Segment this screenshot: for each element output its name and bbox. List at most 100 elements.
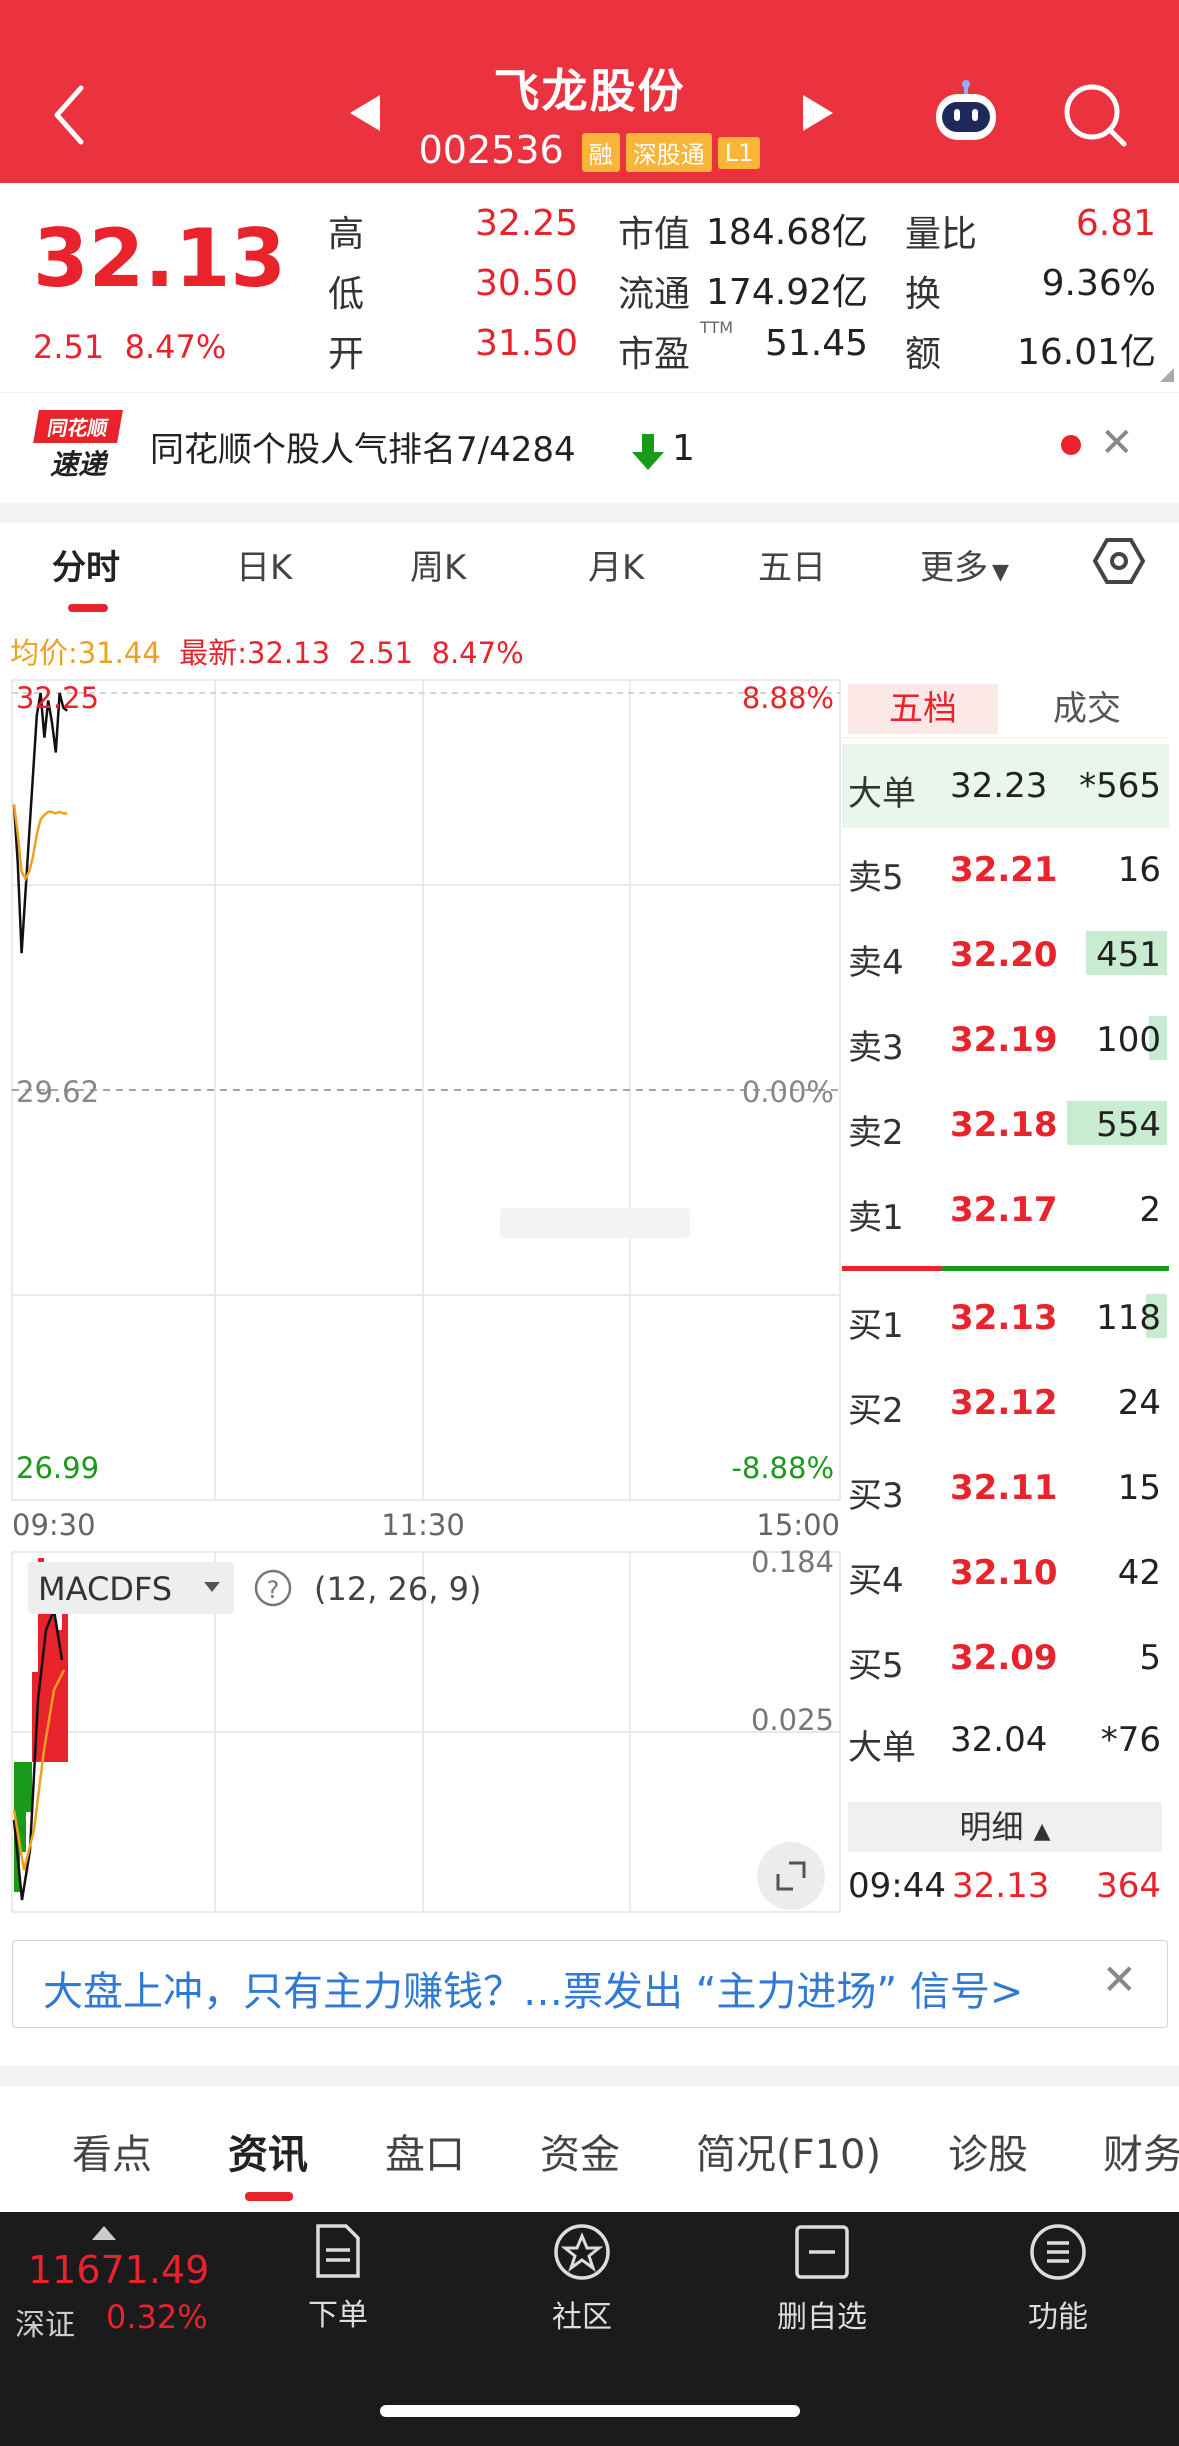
time-mid-label: 11:30	[381, 1508, 465, 1542]
ask-level-label: 卖5	[848, 858, 904, 898]
bid-row: 买4 32.10 42	[842, 1531, 1169, 1615]
next-stock-icon[interactable]	[803, 95, 833, 131]
y-mid-label: 29.62	[16, 1075, 99, 1109]
latest-change: 2.51	[348, 636, 414, 670]
bid-level-label: 买3	[848, 1476, 904, 1516]
macd-name[interactable]: MACDFS	[38, 1570, 172, 1608]
ask-volume: 451	[1096, 935, 1161, 975]
volume-ratio-label: 量比	[905, 214, 978, 255]
bid-price: 32.10	[950, 1553, 1058, 1593]
detail-button[interactable]: 明细 ▲	[848, 1802, 1162, 1852]
banner-text[interactable]: 大盘上冲，只有主力赚钱？…票发出 “主力进场” 信号>	[43, 1959, 1023, 2017]
active-bottom-tab-indicator	[245, 2192, 293, 2201]
tab-news[interactable]: 资讯	[228, 2122, 308, 2180]
ask-volume: 16	[1117, 850, 1161, 890]
pe-label: 市盈	[618, 334, 691, 375]
ask-row: 卖3 32.19 100	[842, 998, 1169, 1082]
index-up-icon	[92, 2226, 116, 2240]
orderbook-tabs: 五档 成交	[842, 678, 1169, 738]
tab-five-levels[interactable]: 五档	[848, 684, 998, 734]
low-value: 30.50	[474, 263, 578, 304]
close-notice-icon[interactable]: ✕	[1100, 420, 1134, 466]
ask-price: 32.17	[950, 1190, 1058, 1230]
y-bot-label: 26.99	[16, 1451, 99, 1485]
fullscreen-icon[interactable]	[757, 1842, 825, 1910]
community-button[interactable]: 社区	[502, 2222, 662, 2336]
home-indicator[interactable]	[380, 2405, 800, 2417]
tab-f10[interactable]: 简况(F10)	[696, 2122, 881, 2180]
change-percent: 8.47%	[124, 328, 227, 366]
big-buy-price: 32.04	[950, 1720, 1048, 1760]
tab-more[interactable]: 更多 ▼	[920, 540, 1009, 589]
community-star-icon	[554, 2224, 610, 2280]
bid-price: 32.12	[950, 1383, 1058, 1423]
chart-settings-icon[interactable]	[1093, 537, 1145, 585]
bid-volume: 15	[1117, 1468, 1161, 1508]
logo-top: 同花顺	[33, 410, 123, 443]
tab-intraday[interactable]: 分时	[52, 540, 120, 589]
y-top-label: 32.25	[16, 681, 99, 715]
big-sell-label: 大单	[848, 774, 916, 814]
logo-bottom: 速递	[49, 448, 106, 481]
big-buy-row: 大单 32.04 *76	[842, 1698, 1169, 1782]
time-end-label: 15:00	[756, 1508, 840, 1542]
avg-label: 均价:	[10, 636, 78, 670]
bid-level-label: 买1	[848, 1306, 904, 1346]
bid-price: 32.11	[950, 1468, 1058, 1508]
ask-volume: 100	[1096, 1020, 1161, 1060]
low-label: 低	[328, 274, 365, 315]
sz-connect-tag: 深股通	[625, 133, 712, 172]
remove-watchlist-button[interactable]: 删自选	[742, 2222, 902, 2336]
community-label: 社区	[552, 2300, 612, 2335]
arrow-down-icon	[632, 434, 664, 470]
macd-selector[interactable]: MACDFS	[28, 1562, 234, 1614]
high-label: 高	[328, 214, 365, 255]
tab-financials[interactable]: 财务	[1103, 2122, 1179, 2180]
tab-five-day[interactable]: 五日	[758, 540, 826, 589]
margin-tag: 融	[581, 133, 620, 172]
tab-daily-k[interactable]: 日K	[236, 540, 292, 589]
tab-market-depth[interactable]: 盘口	[385, 2122, 465, 2180]
trade-vol: 364	[1096, 1866, 1161, 1906]
bid-volume: 118	[1096, 1298, 1161, 1338]
menu-circle-icon	[1030, 2224, 1086, 2280]
avg-value: 31.44	[77, 636, 161, 670]
detail-label: 明细	[959, 1808, 1024, 1846]
svg-text:?: ?	[267, 1576, 280, 1604]
divider	[0, 2066, 1179, 2086]
tab-more-label: 更多	[920, 548, 988, 588]
pe-ttm-sup: TTM	[700, 318, 734, 337]
average-price-row: 均价:31.44 最新:32.13 2.51 8.47%	[10, 630, 524, 672]
big-sell-row: 大单 32.23 *565	[842, 744, 1169, 828]
tab-trades[interactable]: 成交	[1012, 684, 1162, 734]
ask-row: 卖2 32.18 554	[842, 1083, 1169, 1167]
robot-assistant-icon[interactable]	[930, 78, 1002, 150]
dropdown-icon: ▼	[992, 560, 1009, 585]
tab-fund-flow[interactable]: 资金	[540, 2122, 620, 2180]
index-value[interactable]: 11671.49	[28, 2248, 209, 2292]
ths-express-logo: 同花顺 速递	[33, 410, 126, 481]
intraday-chart[interactable]: 32.25 29.62 26.99 8.88% 0.00% -8.88% 09:…	[0, 670, 842, 1920]
index-name: 深证	[15, 2308, 75, 2343]
big-sell-vol: *565	[1079, 766, 1161, 806]
functions-button[interactable]: 功能	[978, 2222, 1138, 2336]
pct-mid-label: 0.00%	[742, 1075, 834, 1109]
spread-divider	[842, 1266, 1169, 1271]
help-icon[interactable]: ?	[254, 1569, 292, 1607]
search-icon[interactable]	[1060, 80, 1130, 150]
tab-weekly-k[interactable]: 周K	[410, 540, 466, 589]
ask-level-label: 卖2	[848, 1113, 904, 1153]
trade-time: 09:44	[848, 1866, 946, 1906]
tab-monthly-k[interactable]: 月K	[588, 540, 644, 589]
stock-code: 002536	[418, 128, 564, 172]
mcap-value: 184.68亿	[706, 212, 868, 253]
promo-banner[interactable]: 大盘上冲，只有主力赚钱？…票发出 “主力进场” 信号> ✕	[12, 1940, 1168, 2028]
tab-highlights[interactable]: 看点	[72, 2122, 152, 2180]
level1-tag: L1	[717, 136, 761, 169]
close-banner-icon[interactable]: ✕	[1102, 1955, 1137, 2004]
tab-diagnosis[interactable]: 诊股	[948, 2122, 1028, 2180]
expand-corner-icon[interactable]	[1160, 368, 1174, 382]
amount-label: 额	[905, 334, 942, 375]
turnover-label: 换	[905, 274, 942, 315]
order-button[interactable]: 下单	[258, 2222, 418, 2334]
